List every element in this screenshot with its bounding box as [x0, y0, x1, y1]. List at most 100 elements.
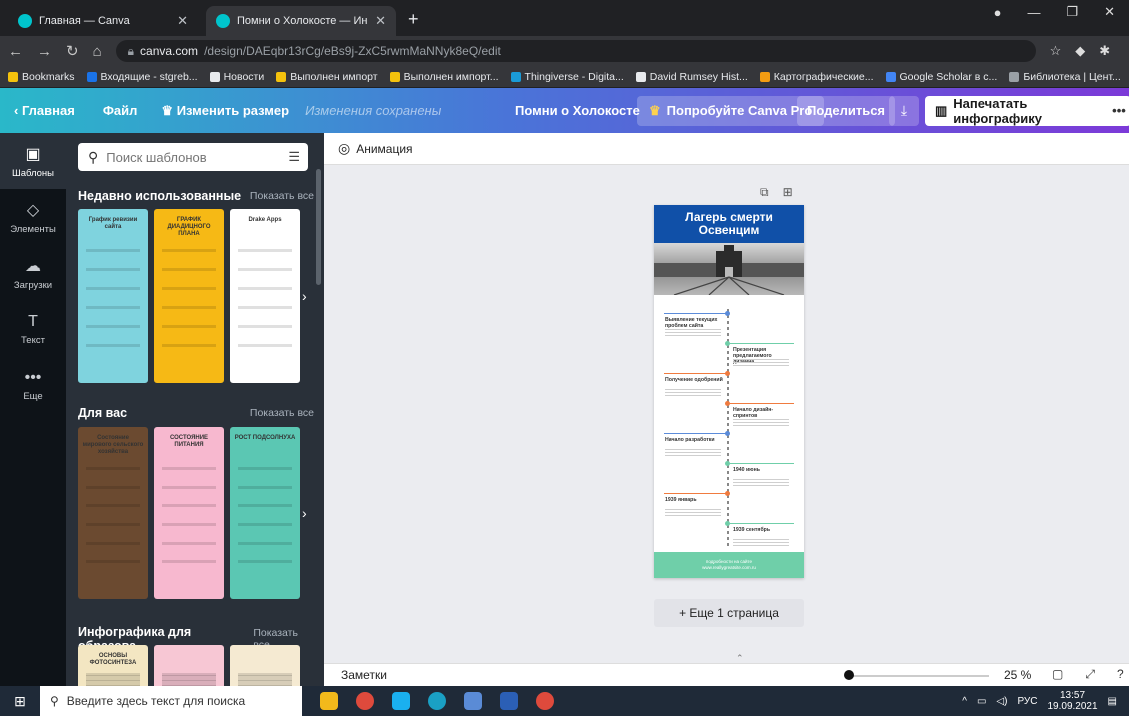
puzzle-icon[interactable]: ✱	[1099, 43, 1110, 59]
download-button[interactable]: ⤓	[889, 95, 919, 126]
template-search[interactable]: ⚲ ☰	[78, 143, 308, 171]
language-indicator[interactable]: РУС	[1017, 696, 1037, 707]
word-icon[interactable]	[500, 692, 518, 710]
page-view-icon[interactable]: ▢	[1052, 667, 1063, 682]
add-page-icon[interactable]: ⊞	[783, 185, 793, 200]
print-infographic-button[interactable]: ▥ Напечатать инфографику	[925, 95, 1129, 126]
taskbar-search[interactable]: ⚲ Введите здесь текст для поиска	[40, 686, 302, 716]
back-icon[interactable]: ←	[8, 43, 23, 60]
file-explorer-icon[interactable]	[320, 692, 338, 710]
windows-taskbar: ⊞ ⚲ Введите здесь текст для поиска ^ ▭ ◁…	[0, 686, 1129, 716]
rail-item-text[interactable]: T Текст	[0, 301, 66, 357]
network-icon[interactable]: ▭	[977, 696, 986, 707]
rail-item-elements[interactable]: ◇ Элементы	[0, 189, 66, 245]
bookmark-label: Входящие - stgreb...	[100, 70, 198, 83]
animation-button[interactable]: Анимация	[356, 142, 412, 156]
duplicate-page-icon[interactable]: ⧉	[760, 185, 769, 200]
clock[interactable]: 13:57 19.09.2021	[1047, 690, 1097, 712]
help-icon[interactable]: ?	[1117, 667, 1124, 682]
template-thumbnail[interactable]: Drake Apps	[230, 209, 300, 383]
template-thumbnail[interactable]	[230, 645, 300, 686]
education-templates: ОСНОВЫ ФОТОСИНТЕЗА	[78, 645, 300, 686]
resize-button[interactable]: ♛ Изменить размер	[161, 103, 289, 119]
timeline-bar	[664, 373, 728, 374]
template-thumbnail[interactable]: РОСТ ПОДСОЛНУХА	[230, 427, 300, 599]
bookmark-label: Картографические...	[773, 70, 874, 83]
thumbnail-line	[238, 541, 292, 545]
show-all-link[interactable]: Показать все	[250, 407, 314, 419]
bookmark-item[interactable]: Новости	[209, 71, 264, 83]
filter-icon[interactable]: ☰	[288, 149, 300, 165]
rail-item-uploads[interactable]: ☁ Загрузки	[0, 245, 66, 301]
rail-item-more[interactable]: ••• Еще	[0, 357, 66, 413]
browser-tab-home[interactable]: Главная — Canva ✕	[8, 6, 198, 36]
file-menu[interactable]: Файл	[103, 103, 138, 118]
bookmark-item[interactable]: Bookmarks	[8, 71, 75, 83]
minimize-icon[interactable]: —	[1027, 5, 1040, 20]
bookmark-item[interactable]: David Rumsey Hist...	[635, 71, 748, 83]
volume-icon[interactable]: ◁)	[996, 696, 1007, 707]
bookmark-item[interactable]: Картографические...	[759, 70, 874, 83]
thumbnail-line	[238, 268, 292, 271]
rail-label: Загрузки	[13, 279, 53, 291]
fullscreen-icon[interactable]: ⤢	[1085, 667, 1095, 682]
document-title[interactable]: Помни о Холокосте	[515, 103, 640, 118]
bookmark-item[interactable]: Библиотека | Цент...	[1009, 71, 1121, 83]
timeline-description-lines	[733, 539, 789, 547]
close-icon[interactable]: ✕	[177, 13, 188, 29]
show-all-link[interactable]: Показать все	[250, 190, 314, 202]
notifications-icon[interactable]: ▤	[1108, 696, 1117, 707]
canva-favicon-icon	[18, 14, 32, 28]
timeline-label: Начало дизайн-спринтов	[733, 407, 774, 419]
windows-start-icon[interactable]: ⊞	[0, 693, 40, 710]
new-tab-button[interactable]: +	[408, 9, 419, 30]
profile-icon[interactable]: ●	[994, 5, 1002, 20]
add-page-button[interactable]: + Еще 1 страница	[654, 599, 804, 627]
bookmark-icon	[1009, 71, 1020, 82]
thumbnail-line	[238, 287, 292, 290]
timeline-description-lines	[665, 449, 721, 457]
rail-item-templates[interactable]: ▣ Шаблоны	[0, 133, 66, 189]
zoom-level[interactable]: 25 %	[1004, 668, 1031, 682]
chevron-right-icon[interactable]: ›	[302, 288, 307, 304]
template-thumbnail[interactable]: ГРАФИК ДИАДИЦНОГО ПЛАНА	[154, 209, 224, 383]
tray-chevron-icon[interactable]: ^	[962, 696, 967, 707]
bookmark-icon	[510, 71, 521, 82]
bookmark-item[interactable]: Google Scholar в с...	[885, 71, 997, 83]
url-field[interactable]: 🔒︎ canva.com/design/DAEqbr13rCg/eBs9j-Zx…	[115, 40, 1036, 62]
forward-icon[interactable]: →	[37, 43, 52, 60]
bookmarks-bar: Bookmarks Входящие - stgreb... Новости Выпо…	[0, 66, 1129, 88]
zoom-slider[interactable]	[849, 675, 989, 677]
browser-tab-design[interactable]: Помни о Холокосте — Инфогр... ✕	[206, 6, 396, 36]
template-thumbnail[interactable]: ОСНОВЫ ФОТОСИНТЕЗА	[78, 645, 148, 686]
design-page[interactable]: Лагерь смерти Освенцим Выявление текущих…	[654, 205, 804, 578]
close-icon[interactable]: ✕	[375, 13, 386, 29]
search-input[interactable]	[106, 149, 257, 165]
skype-icon[interactable]	[392, 692, 410, 710]
template-thumbnail[interactable]	[154, 645, 224, 686]
chevron-right-icon[interactable]: ›	[302, 505, 307, 521]
bookmark-item[interactable]: Thingiverse - Digita...	[510, 71, 624, 83]
maximize-icon[interactable]: ❐	[1066, 4, 1078, 20]
template-thumbnail[interactable]: Состояние мирового сельского хозяйства	[78, 427, 148, 599]
panel-scrollbar[interactable]	[316, 169, 321, 285]
chrome-icon[interactable]	[356, 692, 374, 710]
bookmark-item[interactable]: Выполнен импорт	[276, 71, 378, 83]
star-icon[interactable]: ☆	[1050, 43, 1062, 59]
notes-button[interactable]: Заметки	[341, 668, 387, 682]
more-button[interactable]: •••	[1107, 95, 1129, 126]
bookmark-item[interactable]: Входящие - stgreb...	[86, 70, 198, 83]
save-app-icon[interactable]	[464, 692, 482, 710]
home-icon[interactable]: ⌂	[93, 43, 102, 60]
reload-icon[interactable]: ↻	[66, 42, 79, 60]
extension-icon[interactable]: ◆	[1075, 43, 1085, 59]
zoom-slider-knob[interactable]	[844, 670, 854, 680]
edge-icon[interactable]	[428, 692, 446, 710]
template-thumbnail[interactable]: График ревизии сайта	[78, 209, 148, 383]
close-window-icon[interactable]: ✕	[1104, 4, 1115, 20]
home-button[interactable]: ‹ Главная	[14, 103, 75, 118]
bookmark-item[interactable]: Выполнен импорт...	[389, 71, 499, 83]
template-thumbnail[interactable]: СОСТОЯНИЕ ПИТАНИЯ	[154, 427, 224, 599]
share-button[interactable]: Поделиться	[797, 95, 896, 126]
chrome-profile-icon[interactable]	[536, 692, 554, 710]
